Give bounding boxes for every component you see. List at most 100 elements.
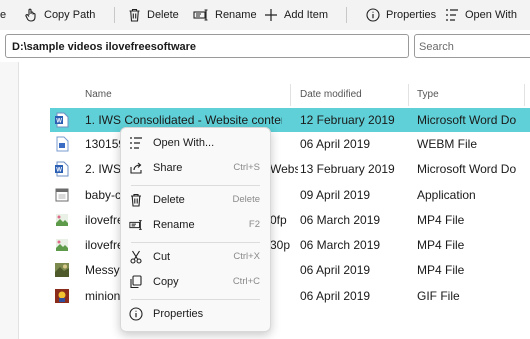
column-header-date-label: Date modified (300, 89, 362, 100)
menu-separator (131, 299, 260, 300)
menu-item-share[interactable]: Share Ctrl+S (121, 157, 270, 179)
menu-shortcut: F2 (248, 219, 260, 230)
menu-separator (131, 242, 260, 243)
delete-label: Delete (147, 9, 179, 21)
menu-item-label: Delete (153, 194, 185, 206)
menu-item-label: Copy (153, 276, 179, 288)
file-type: Application (417, 188, 476, 202)
context-menu: Open With... Share Ctrl+S Delete Delete … (120, 127, 271, 332)
menu-shortcut: Ctrl+S (233, 162, 260, 173)
file-name-tail: 0fp (270, 213, 287, 227)
file-name: 130159 (85, 137, 123, 151)
menu-item-properties[interactable]: Properties (121, 303, 270, 325)
properties-label: Properties (386, 9, 437, 21)
column-header-type[interactable]: Type (417, 84, 439, 106)
rename-icon (129, 220, 142, 230)
navigation-pane[interactable] (0, 62, 19, 339)
file-type: MP4 File (417, 213, 465, 227)
file-type: Microsoft Word Do (417, 162, 517, 176)
file-name: MessyC (85, 263, 123, 277)
share-icon (130, 162, 142, 174)
menu-item-label: Share (153, 162, 183, 174)
menu-item-delete[interactable]: Delete Delete (121, 189, 270, 211)
column-header-name[interactable]: Name (85, 84, 112, 106)
scissors-icon (130, 250, 142, 264)
menu-shortcut: Ctrl+X (233, 251, 260, 262)
file-type: Microsoft Word Do (417, 113, 517, 127)
add-item-button[interactable]: Add Item (264, 7, 328, 23)
copy-icon (130, 275, 142, 289)
trash-icon (131, 193, 141, 207)
mp4-file-icon (56, 214, 68, 226)
column-header-date[interactable]: Date modified (300, 84, 362, 106)
menu-item-label: Open With... (153, 137, 215, 149)
file-date: 13 February 2019 (300, 162, 395, 176)
word-doc-icon: W (55, 161, 69, 177)
toolbar-divider (114, 7, 115, 23)
plus-icon (265, 9, 277, 21)
file-name: ilovefre (85, 238, 123, 252)
file-name: ilovefre (85, 213, 123, 227)
file-name-tail: Website c (270, 162, 298, 176)
svg-text:W: W (56, 168, 62, 174)
file-date: 06 April 2019 (300, 289, 371, 303)
properties-button[interactable]: Properties (366, 7, 436, 23)
file-type: GIF File (417, 289, 460, 303)
trash-icon (129, 8, 140, 22)
menu-separator (131, 185, 260, 186)
column-header-type-label: Type (417, 89, 439, 100)
gif-thumbnail-icon (55, 289, 69, 303)
toolbar-partial-item[interactable]: e (0, 7, 6, 23)
delete-button[interactable]: Delete (128, 7, 179, 23)
menu-item-open-with[interactable]: Open With... (121, 132, 270, 154)
video-thumbnail-icon (55, 263, 69, 277)
column-divider[interactable] (408, 84, 409, 106)
address-path: D:\sample videos ilovefreesoftware (12, 41, 197, 53)
rename-icon (193, 9, 208, 21)
copy-path-button[interactable]: Copy Path (24, 7, 95, 23)
menu-shortcut: Ctrl+C (232, 276, 260, 287)
word-doc-icon: W (55, 112, 69, 128)
webm-file-icon (56, 136, 69, 152)
search-placeholder: Search (419, 41, 454, 53)
file-type: WEBM File (417, 137, 477, 151)
info-icon (129, 307, 143, 321)
file-name: baby-c (85, 188, 122, 202)
mp4-file-icon (56, 239, 68, 251)
column-divider[interactable] (290, 84, 291, 106)
open-with-label: Open With (465, 9, 517, 21)
file-type: MP4 File (417, 263, 465, 277)
menu-shortcut: Delete (232, 194, 260, 205)
file-date: 06 March 2019 (300, 213, 381, 227)
menu-item-copy[interactable]: Copy Ctrl+C (121, 271, 270, 293)
menu-item-rename[interactable]: Rename F2 (121, 214, 270, 236)
search-input[interactable]: Search (414, 34, 530, 58)
open-with-icon (446, 9, 458, 21)
rename-button[interactable]: Rename (193, 7, 257, 23)
file-type: MP4 File (417, 238, 465, 252)
menu-item-label: Properties (153, 308, 204, 320)
application-icon (55, 188, 69, 202)
open-with-button[interactable]: Open With (445, 7, 517, 23)
svg-text:W: W (56, 119, 62, 125)
file-date: 12 February 2019 (300, 113, 395, 127)
file-name-tail: 30p (270, 238, 291, 252)
file-date: 06 April 2019 (300, 263, 371, 277)
menu-item-label: Rename (153, 219, 195, 231)
command-toolbar: e Copy Path Delete Rename Add Item Prope… (0, 0, 530, 30)
hand-pointer-icon (25, 8, 36, 22)
file-name: 2. IWS (85, 162, 122, 176)
info-icon (366, 8, 380, 22)
column-divider[interactable] (524, 84, 525, 106)
file-date: 06 March 2019 (300, 238, 381, 252)
rename-label: Rename (215, 9, 257, 21)
file-name: minion (85, 289, 121, 303)
menu-item-label: Cut (153, 251, 171, 263)
copy-path-label: Copy Path (44, 9, 96, 21)
toolbar-partial-label: e (0, 9, 7, 21)
file-date: 09 April 2019 (300, 188, 371, 202)
column-header-name-label: Name (85, 89, 112, 100)
address-bar[interactable]: D:\sample videos ilovefreesoftware (5, 34, 409, 58)
menu-item-cut[interactable]: Cut Ctrl+X (121, 246, 270, 268)
add-item-label: Add Item (284, 9, 329, 21)
